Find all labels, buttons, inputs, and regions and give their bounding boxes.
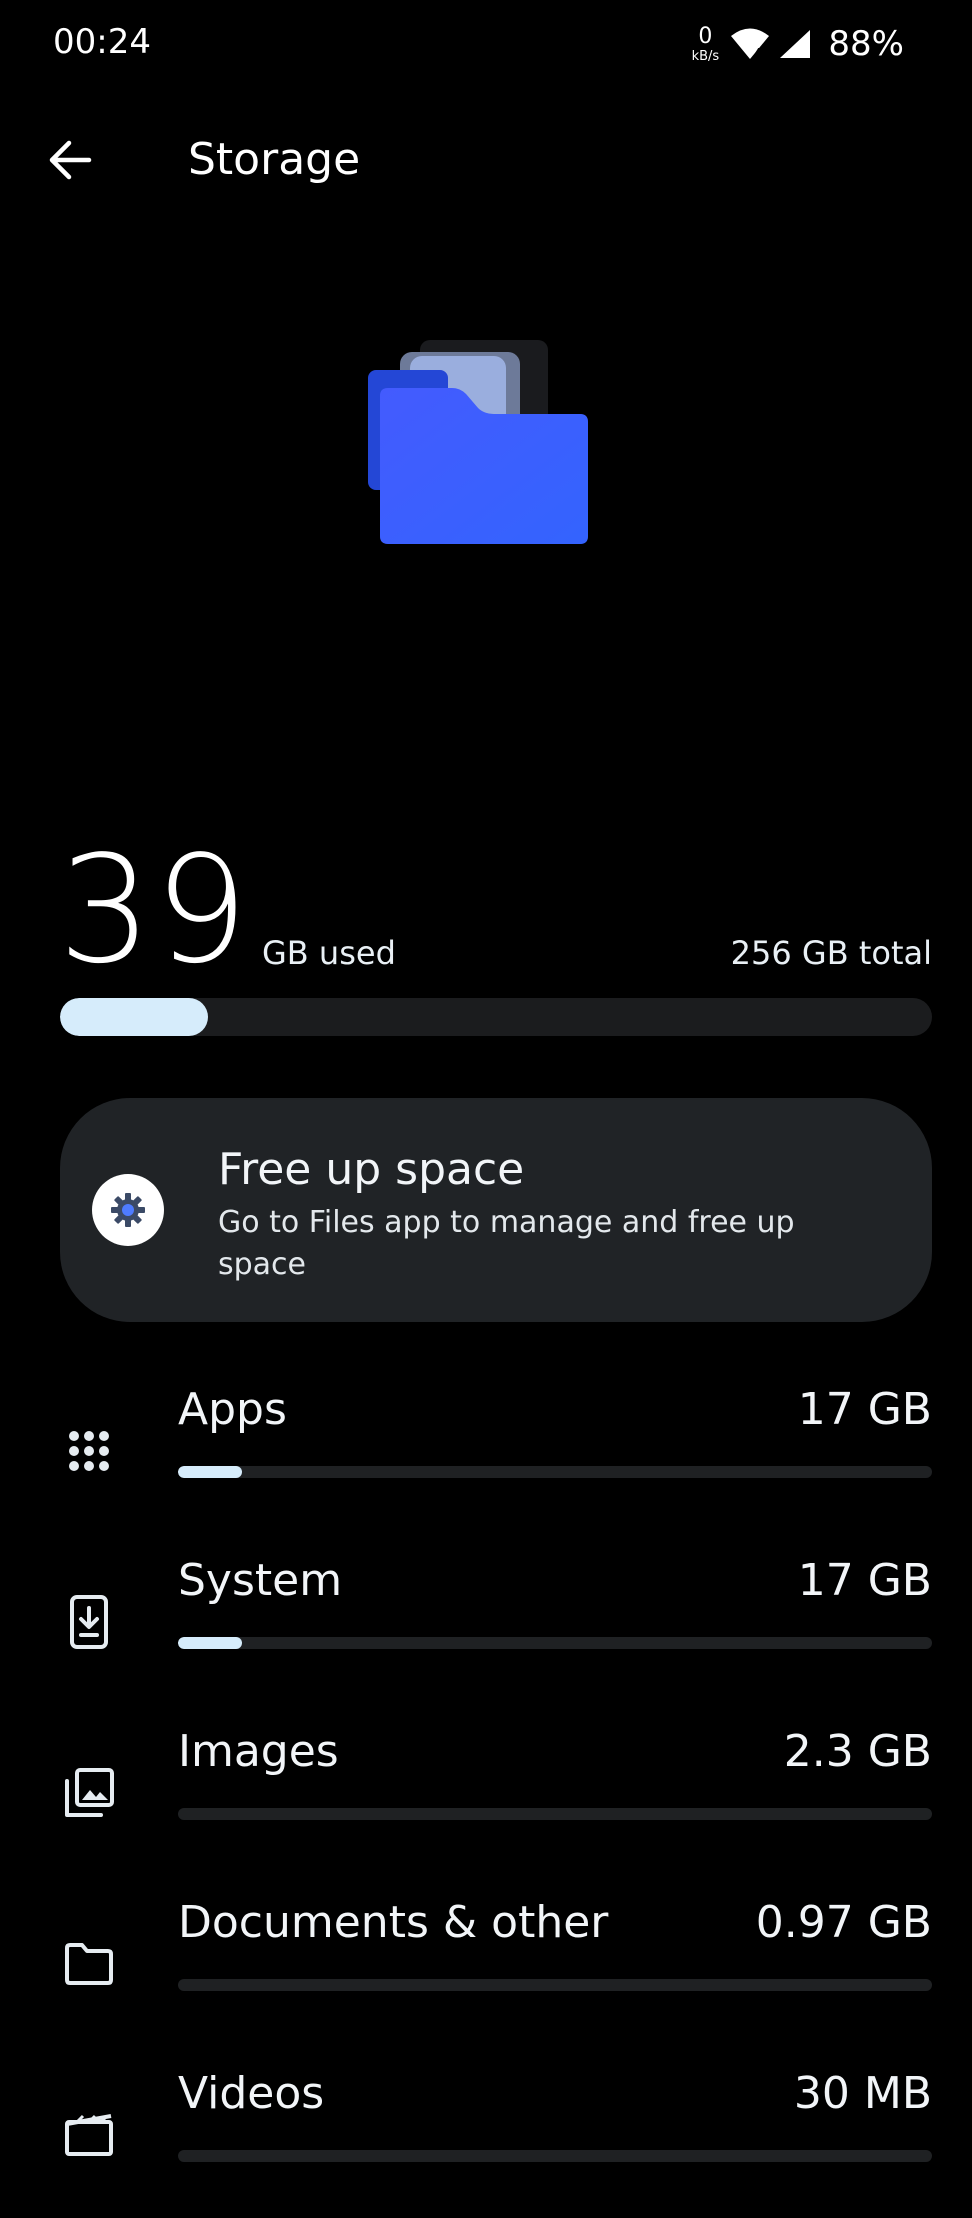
category-size: 17 GB xyxy=(797,1555,932,1606)
status-icons: 0 kB/s 4 88% xyxy=(688,22,904,66)
category-videos[interactable]: Videos 30 MB xyxy=(0,2068,972,2218)
category-size: 0.97 GB xyxy=(755,1897,932,1948)
category-documents-other[interactable]: Documents & other 0.97 GB xyxy=(0,1897,972,2047)
files-app-icon xyxy=(92,1174,164,1246)
storage-usage-bar-fill xyxy=(60,998,209,1036)
category-name: Videos xyxy=(178,2068,325,2119)
used-storage-label: GB used xyxy=(262,934,396,972)
apps-grid-icon xyxy=(60,1422,118,1480)
category-name: Apps xyxy=(178,1384,287,1435)
movie-icon xyxy=(60,2106,118,2164)
category-system[interactable]: System 17 GB xyxy=(0,1555,972,1705)
category-usage-bar-fill xyxy=(178,1466,243,1478)
storage-usage-bar xyxy=(60,998,932,1036)
images-icon xyxy=(60,1764,118,1822)
free-up-space-card[interactable]: Free up space Go to Files app to manage … xyxy=(60,1098,932,1322)
category-name: System xyxy=(178,1555,343,1606)
toolbar: Storage xyxy=(0,110,972,210)
category-size: 30 MB xyxy=(793,2068,932,2119)
net-speed-indicator: 0 kB/s xyxy=(688,23,722,64)
used-storage-value: 39 xyxy=(58,824,251,996)
net-speed-unit: kB/s xyxy=(691,48,720,64)
net-speed-value: 0 xyxy=(698,23,713,49)
free-up-space-description: Go to Files app to manage and free up sp… xyxy=(218,1205,795,1282)
storage-folder-illustration xyxy=(360,330,600,550)
category-usage-bar xyxy=(178,1466,932,1478)
status-bar: 00:24 0 kB/s 4 88% xyxy=(0,0,972,90)
total-storage-label: 256 GB total xyxy=(730,934,932,972)
system-update-icon xyxy=(60,1593,118,1651)
page-title: Storage xyxy=(188,134,361,185)
category-size: 2.3 GB xyxy=(783,1726,932,1777)
category-usage-bar xyxy=(178,2150,932,2162)
category-usage-bar xyxy=(178,1808,932,1820)
category-name: Images xyxy=(178,1726,339,1777)
free-up-space-title: Free up space xyxy=(218,1144,525,1195)
category-size: 17 GB xyxy=(797,1384,932,1435)
category-usage-bar xyxy=(178,1979,932,1991)
category-usage-bar xyxy=(178,1637,932,1649)
category-images[interactable]: Images 2.3 GB xyxy=(0,1726,972,1876)
category-name: Documents & other xyxy=(178,1897,609,1948)
svg-text:4: 4 xyxy=(754,46,762,60)
arrow-back-icon xyxy=(49,140,92,180)
status-time: 00:24 xyxy=(53,22,151,62)
folder-icon xyxy=(60,1935,118,1993)
wifi-icon: 4 xyxy=(730,27,770,61)
category-usage-bar-fill xyxy=(178,1637,243,1649)
cellular-signal-icon xyxy=(778,28,812,60)
back-button[interactable] xyxy=(34,124,106,196)
category-apps[interactable]: Apps 17 GB xyxy=(0,1384,972,1534)
battery-percentage: 88% xyxy=(828,24,904,64)
